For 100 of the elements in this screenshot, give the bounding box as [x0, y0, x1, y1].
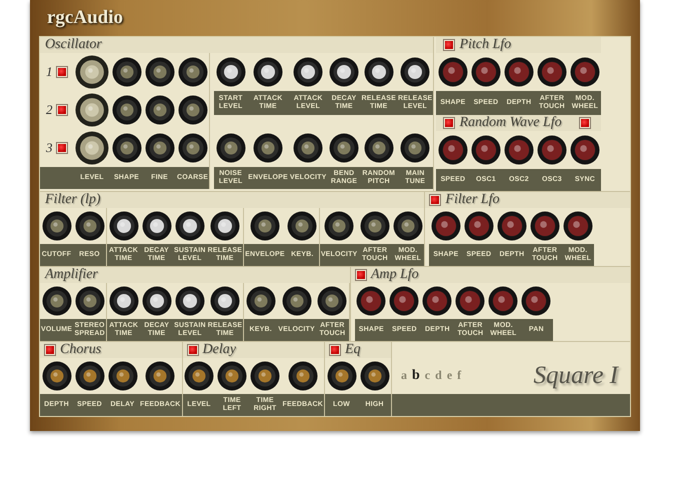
knob[interactable] — [521, 286, 552, 316]
knob[interactable] — [250, 361, 280, 391]
knob[interactable] — [253, 57, 284, 87]
knob[interactable] — [282, 286, 312, 316]
knob[interactable] — [210, 211, 240, 241]
led-toggle[interactable] — [56, 105, 66, 115]
preset-letter[interactable]: f — [456, 368, 462, 383]
led-toggle[interactable] — [56, 143, 66, 153]
knob[interactable] — [246, 286, 276, 316]
knob[interactable] — [329, 57, 359, 87]
preset-letter[interactable]: c — [424, 368, 432, 383]
section-title: Pitch Lfo — [459, 37, 512, 53]
knob[interactable] — [217, 361, 247, 391]
knob[interactable] — [112, 133, 142, 163]
knob[interactable] — [392, 211, 423, 241]
knob[interactable] — [74, 361, 104, 391]
knob[interactable] — [530, 211, 560, 241]
preset-letter[interactable]: b — [411, 368, 421, 384]
knob[interactable] — [112, 57, 142, 87]
knob[interactable] — [504, 57, 534, 87]
voice-number: 3 — [46, 140, 52, 156]
section-title: Filter Lfo — [445, 192, 500, 208]
knob[interactable] — [74, 211, 104, 241]
knob[interactable] — [504, 135, 534, 165]
knob[interactable] — [400, 57, 430, 87]
led-toggle[interactable] — [580, 118, 590, 128]
preset-name: Square I — [534, 362, 618, 390]
led-toggle[interactable] — [356, 270, 366, 280]
knob[interactable] — [108, 211, 138, 241]
knob[interactable] — [112, 95, 142, 125]
knob[interactable] — [422, 286, 452, 316]
knob[interactable] — [210, 286, 240, 316]
knob[interactable] — [326, 361, 356, 391]
knob[interactable] — [108, 286, 139, 316]
knob[interactable] — [287, 211, 318, 241]
section-title: Oscillator — [45, 37, 102, 53]
led-toggle[interactable] — [444, 118, 454, 128]
knob[interactable] — [108, 361, 138, 391]
knob[interactable] — [145, 361, 176, 391]
knob[interactable] — [430, 211, 461, 241]
knob[interactable] — [75, 131, 109, 165]
knob[interactable] — [360, 361, 390, 391]
knob[interactable] — [216, 57, 246, 87]
knob[interactable] — [488, 286, 518, 316]
section-title: Amplifier — [45, 267, 98, 283]
knob[interactable] — [144, 57, 174, 87]
knob[interactable] — [288, 361, 318, 391]
knob[interactable] — [144, 133, 174, 163]
knob[interactable] — [42, 361, 72, 391]
led-toggle[interactable] — [56, 67, 66, 77]
knob[interactable] — [174, 211, 205, 241]
knob[interactable] — [75, 55, 109, 89]
knob[interactable] — [329, 133, 359, 163]
knob[interactable] — [389, 286, 420, 316]
knob[interactable] — [178, 95, 208, 125]
knob[interactable] — [174, 286, 205, 316]
knob[interactable] — [75, 93, 109, 127]
led-toggle[interactable] — [444, 40, 454, 50]
knob[interactable] — [400, 133, 430, 163]
knob[interactable] — [570, 57, 600, 87]
knob[interactable] — [293, 57, 324, 87]
knob[interactable] — [570, 135, 600, 165]
knob[interactable] — [455, 286, 486, 316]
knob[interactable] — [536, 135, 567, 165]
preset-letter[interactable]: a — [400, 368, 408, 383]
knob[interactable] — [317, 286, 348, 316]
knob[interactable] — [470, 57, 501, 87]
preset-letter[interactable]: e — [446, 368, 454, 383]
knob[interactable] — [364, 133, 394, 163]
led-toggle[interactable] — [45, 345, 55, 355]
knob[interactable] — [438, 57, 468, 87]
knob[interactable] — [253, 133, 284, 163]
led-toggle[interactable] — [430, 195, 440, 205]
voice-number: 2 — [46, 102, 52, 118]
preset-letter[interactable]: d — [434, 368, 443, 383]
knob[interactable] — [142, 211, 172, 241]
knob[interactable] — [360, 211, 390, 241]
knob[interactable] — [144, 95, 174, 125]
led-toggle[interactable] — [188, 345, 198, 355]
knob[interactable] — [464, 211, 494, 241]
knob[interactable] — [42, 286, 72, 316]
knob[interactable] — [364, 57, 394, 87]
knob[interactable] — [42, 211, 72, 241]
knob[interactable] — [184, 361, 214, 391]
knob[interactable] — [216, 133, 246, 163]
knob[interactable] — [438, 135, 468, 165]
section-title: Delay — [202, 342, 236, 358]
knob[interactable] — [74, 286, 105, 316]
knob[interactable] — [496, 211, 527, 241]
knob[interactable] — [142, 286, 172, 316]
knob[interactable] — [562, 211, 593, 241]
knob[interactable] — [178, 57, 208, 87]
knob[interactable] — [250, 211, 280, 241]
knob[interactable] — [324, 211, 354, 241]
knob[interactable] — [356, 286, 386, 316]
knob[interactable] — [178, 133, 208, 163]
knob[interactable] — [470, 135, 501, 165]
knob[interactable] — [536, 57, 567, 87]
knob[interactable] — [293, 133, 324, 163]
led-toggle[interactable] — [330, 345, 340, 355]
